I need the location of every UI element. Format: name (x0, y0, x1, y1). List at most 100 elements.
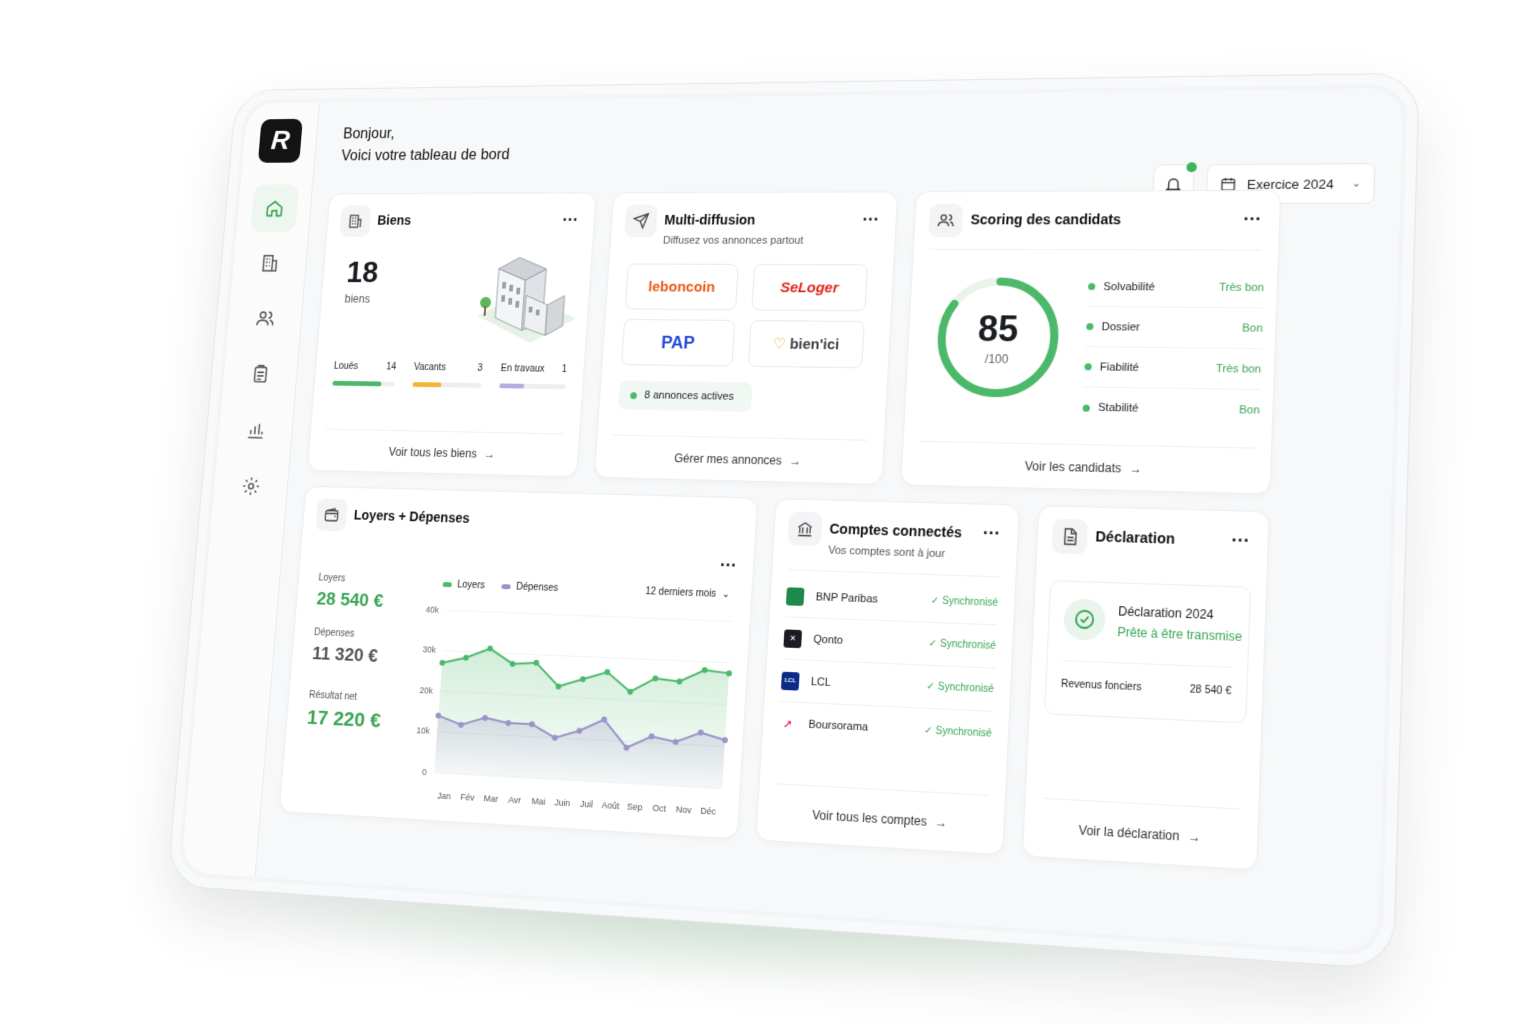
account-status: ✓ Synchronisé (930, 595, 999, 609)
criteria-value: Très bon (1215, 362, 1262, 376)
chevron-down-icon: ⌄ (1351, 177, 1362, 190)
stat-vacants: Vacants 3 (412, 362, 483, 388)
portal-pap[interactable]: PAP (621, 318, 736, 367)
stat-vacants-bar (412, 382, 482, 388)
x-tick-label: Déc (700, 805, 717, 816)
greeting-subtitle: Voici votre tableau de bord (340, 147, 511, 165)
net-value: 17 220 € (306, 706, 382, 733)
declaration-card: Déclaration … Déclaration 2024 Prête à ê… (1021, 505, 1270, 871)
y-tick-label: 30k (422, 645, 437, 656)
revenus-value: 28 540 € (1189, 684, 1232, 698)
nav-biens[interactable] (245, 239, 294, 287)
x-tick-label: Jan (437, 790, 451, 801)
portal-leboncoin[interactable]: leboncoin (624, 263, 739, 311)
x-tick-label: Juin (554, 797, 570, 808)
portal-bienici[interactable]: ♡ bien'ici (747, 320, 865, 369)
period-label: 12 derniers mois (645, 586, 717, 600)
account-status: ✓ Synchronisé (923, 724, 992, 740)
active-listings-badge: 8 annonces actives (618, 380, 753, 412)
declaration-more-button[interactable]: … (1230, 525, 1251, 546)
multidiffusion-link[interactable]: Gérer mes annonces → (609, 434, 869, 484)
notification-dot (1186, 162, 1197, 173)
score-max: /100 (984, 351, 1009, 367)
x-tick-label: Août (601, 800, 620, 811)
declaration-link[interactable]: Voir la déclaration → (1039, 797, 1241, 869)
finance-card: Loyers + Dépenses … Loyers 28 540 € Dépe… (278, 485, 759, 840)
comptes-link-label: Voir tous les comptes (811, 807, 928, 829)
x-tick-label: Nov (676, 804, 693, 815)
scoring-more-button[interactable]: … (1242, 204, 1263, 224)
multidiffusion-more-button[interactable]: … (861, 205, 881, 224)
net-label: Résultat net (308, 689, 358, 703)
biens-more-button[interactable]: … (561, 206, 580, 225)
x-tick-label: Juil (580, 799, 594, 810)
send-icon (632, 212, 650, 229)
arrow-right-icon: → (1187, 828, 1202, 845)
declaration-title: Déclaration (1095, 528, 1176, 547)
qonto-logo-icon: ✕ (783, 628, 803, 648)
loyers-label: Loyers (318, 572, 346, 585)
account-name: Boursorama (808, 718, 869, 734)
lcl-logo-icon: LCL (780, 671, 800, 691)
wallet-icon (323, 506, 340, 524)
declaration-summary: Déclaration 2024 Prête à être transmise … (1044, 580, 1252, 724)
y-tick-label: 10k (416, 726, 431, 737)
chart-legend: Loyers Dépenses (442, 579, 558, 594)
stat-loues: Loués 14 (332, 361, 396, 387)
multidiffusion-subtitle: Diffusez vos annonces partout (662, 234, 804, 247)
declaration-status: Prête à être transmise (1117, 624, 1243, 645)
finance-icon-box (315, 498, 349, 532)
legend-depenses-label: Dépenses (515, 581, 559, 594)
nav-stats[interactable] (231, 405, 280, 455)
active-listings-label: 8 annonces actives (643, 389, 735, 403)
criteria-label: Dossier (1101, 320, 1141, 334)
nav-settings[interactable] (226, 461, 276, 511)
account-row[interactable]: ➚ Boursorama ✓ Synchronisé (778, 702, 993, 755)
account-name: LCL (810, 675, 832, 689)
criteria-label: Fiabilité (1099, 360, 1140, 374)
nav-candidats[interactable] (241, 294, 290, 342)
app-logo[interactable]: R (257, 118, 303, 163)
finance-title: Loyers + Dépenses (353, 507, 471, 526)
divider (929, 248, 1262, 251)
multidiffusion-icon-box (624, 204, 658, 237)
gear-icon (241, 476, 262, 497)
multidiffusion-card: Multi-diffusion Diffusez vos annonces pa… (593, 191, 899, 485)
account-name: Qonto (813, 633, 844, 647)
biens-count: 18 (345, 255, 380, 289)
biens-link-label: Voir tous les biens (388, 444, 478, 460)
declaration-doc-title: Déclaration 2024 (1117, 604, 1214, 623)
portal-bienici-label: bien'ici (789, 335, 840, 353)
portal-seloger[interactable]: SeLoger (751, 263, 868, 312)
comptes-title: Comptes connectés (829, 520, 963, 541)
chevron-down-icon: ⌄ (721, 588, 731, 601)
legend-depenses: Dépenses (501, 581, 558, 594)
stat-travaux: En travaux 1 (499, 363, 567, 390)
arrow-right-icon: → (1129, 460, 1143, 476)
check-circle-icon (1062, 598, 1107, 641)
comptes-more-button[interactable]: … (982, 518, 1002, 539)
x-tick-label: Mai (531, 796, 545, 807)
score-value: 85 (977, 308, 1020, 350)
account-status: ✓ Synchronisé (928, 638, 997, 653)
building-illustration (475, 241, 578, 344)
comptes-link[interactable]: Voir tous les comptes → (772, 783, 989, 854)
stat-vacants-value: 3 (477, 363, 483, 374)
depenses-label: Dépenses (313, 627, 355, 640)
clipboard-icon (250, 364, 271, 385)
loyers-value: 28 540 € (315, 589, 384, 612)
nav-home[interactable] (250, 184, 300, 233)
nav-documents[interactable] (236, 350, 285, 399)
building-icon (347, 213, 364, 230)
stat-vacants-label: Vacants (413, 362, 447, 374)
finance-more-button[interactable]: … (719, 550, 739, 570)
y-tick-label: 40k (425, 605, 440, 615)
stat-loues-label: Loués (333, 361, 359, 372)
period-select[interactable]: 12 derniers mois ⌄ (645, 586, 730, 600)
scoring-title: Scoring des candidats (970, 211, 1122, 228)
biens-link[interactable]: Voir tous les biens → (321, 428, 565, 477)
scoring-icon-box (928, 203, 964, 238)
bar-chart-icon (245, 420, 266, 441)
scoring-link-label: Voir les candidats (1024, 458, 1122, 475)
scoring-link[interactable]: Voir les candidats → (917, 440, 1255, 494)
